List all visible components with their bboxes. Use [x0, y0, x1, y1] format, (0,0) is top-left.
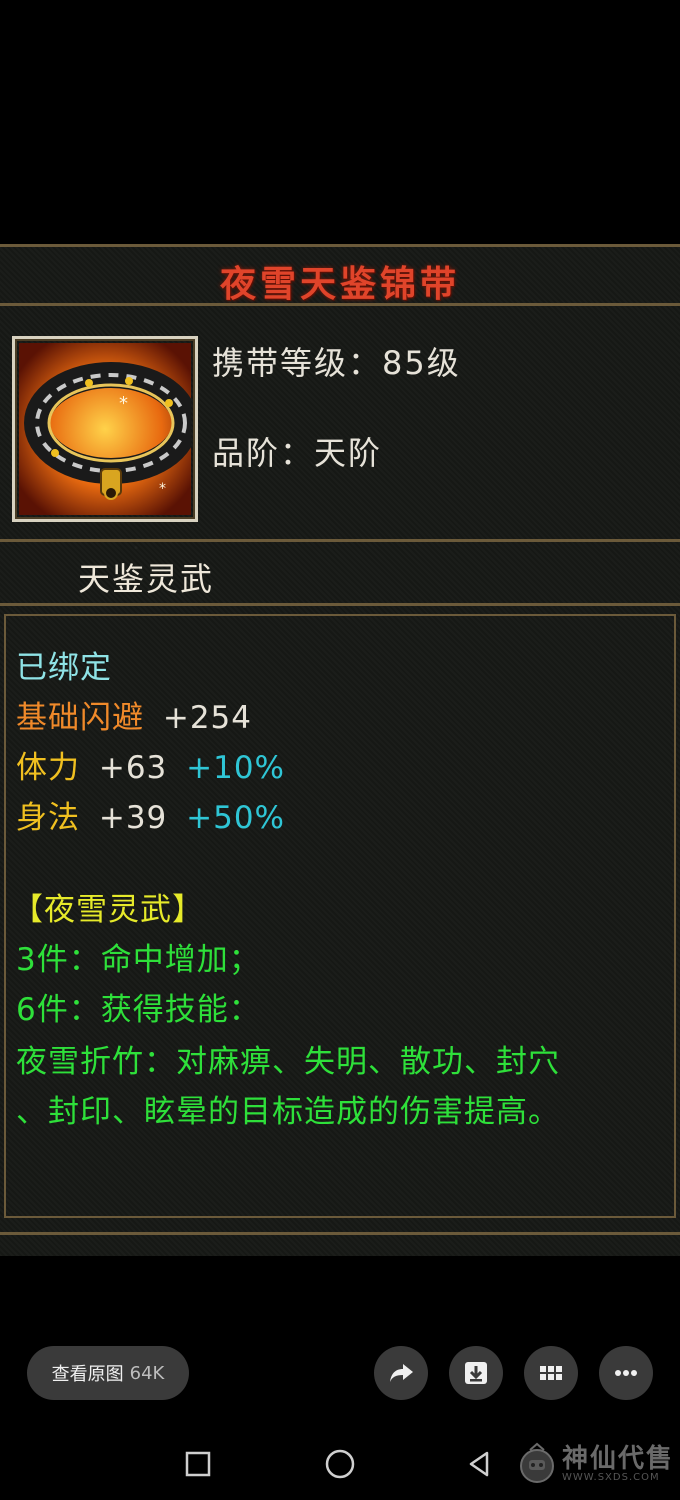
circle-icon [325, 1449, 355, 1479]
dodge-value: +254 [162, 700, 253, 736]
skill-desc-line-2: 、封印、眩晕的目标造成的伤害提高。 [16, 1094, 560, 1130]
title-bar: 夜雪天鉴锦带 [0, 244, 680, 306]
download-button[interactable] [449, 1346, 503, 1400]
skill-desc-line-1: 夜雪折竹：对麻痹、失明、散功、封穴 [16, 1044, 560, 1080]
agility-value: +39 [98, 800, 168, 836]
dodge-label: 基础闪避 [16, 700, 144, 736]
bottom-border [0, 1232, 680, 1252]
stamina-value: +63 [98, 750, 168, 786]
svg-text:*: * [119, 393, 128, 414]
recent-apps-button[interactable] [174, 1440, 222, 1488]
image-size: 64K [129, 1362, 165, 1384]
stamina-percent: +10% [186, 750, 286, 786]
set-bonus-3: 3件：命中增加； [16, 942, 261, 978]
view-original-label: 查看原图 [51, 1364, 124, 1385]
dodge-stat: 基础闪避 +254 [16, 692, 252, 737]
more-button[interactable] [599, 1346, 653, 1400]
watermark-text: 神仙代售 [562, 1443, 675, 1474]
set-bonus-title: 【夜雪灵武】 [12, 892, 204, 928]
stamina-stat: 体力 +63 +10% [16, 742, 285, 787]
mascot-logo-icon [520, 1442, 554, 1483]
more-icon [615, 1370, 637, 1376]
agility-percent: +50% [186, 800, 286, 836]
item-name: 夜雪天鉴锦带 [219, 264, 460, 305]
grid-button[interactable] [524, 1346, 578, 1400]
agility-stat: 身法 +39 +50% [16, 792, 285, 837]
svg-text:*: * [159, 481, 166, 497]
watermark: 神仙代售 WWW.SXDS.COM [516, 1438, 674, 1490]
bound-status: 已绑定 [16, 650, 112, 686]
back-button[interactable] [456, 1440, 504, 1488]
share-button[interactable] [374, 1346, 428, 1400]
watermark-url: WWW.SXDS.COM [562, 1471, 660, 1483]
share-icon [390, 1364, 413, 1382]
agility-label: 身法 [16, 800, 80, 836]
grid-icon [540, 1366, 562, 1380]
stamina-label: 体力 [16, 750, 80, 786]
home-button[interactable] [316, 1440, 364, 1488]
item-grade: 品阶：天阶 [212, 434, 383, 472]
back-triangle-icon [469, 1451, 489, 1477]
set-bonus-6: 6件：获得技能： [16, 992, 261, 1028]
carry-level: 携带等级：85级 [212, 344, 461, 382]
set-name: 天鉴灵武 [78, 560, 215, 598]
square-icon [185, 1451, 211, 1477]
item-tooltip-panel: 夜雪天鉴锦带 * * 携带等级：85级 品阶：天阶 天鉴灵武 已绑定 基础闪避 … [0, 244, 680, 1256]
belt-icon: * * [12, 336, 198, 522]
download-icon [465, 1362, 487, 1384]
view-original-button[interactable]: 查看原图 64K [27, 1346, 189, 1400]
